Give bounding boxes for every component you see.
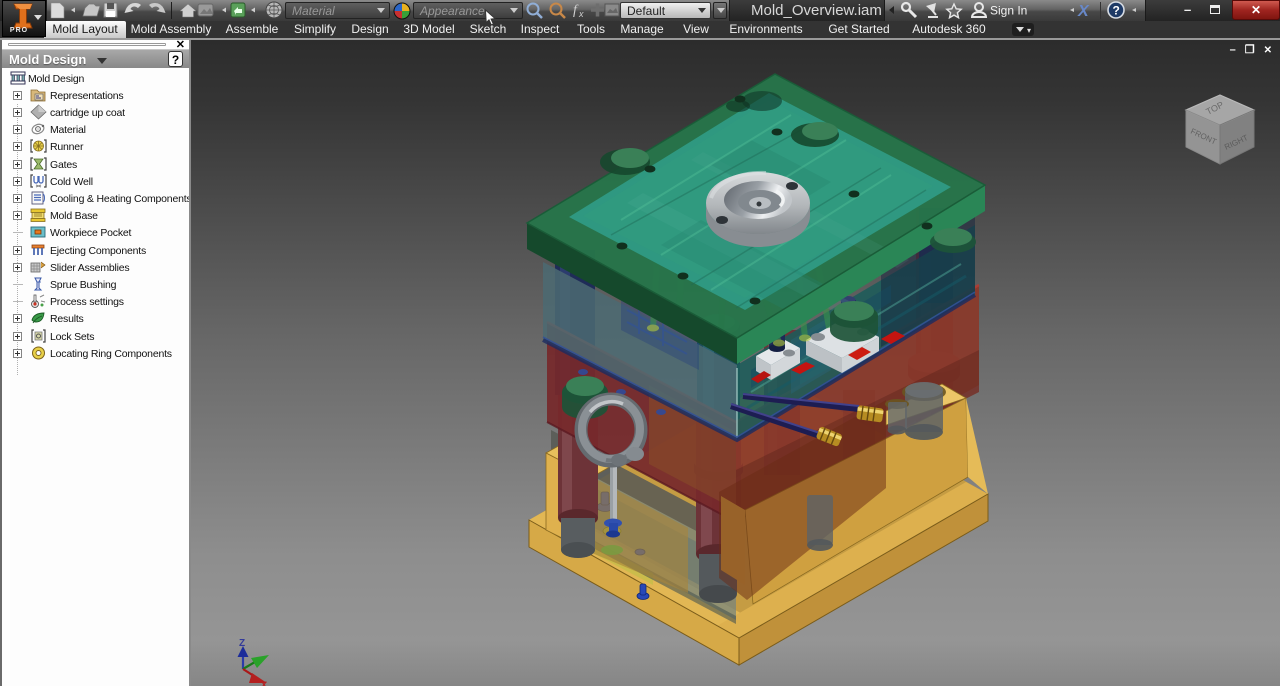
svg-text:X: X [261,680,267,686]
svg-text:x: x [578,9,584,19]
svg-text:Sign In: Sign In [990,4,1027,18]
svg-text:Z: Z [239,638,245,649]
svg-text:X: X [1077,3,1090,20]
svg-text:?: ? [1113,4,1120,18]
